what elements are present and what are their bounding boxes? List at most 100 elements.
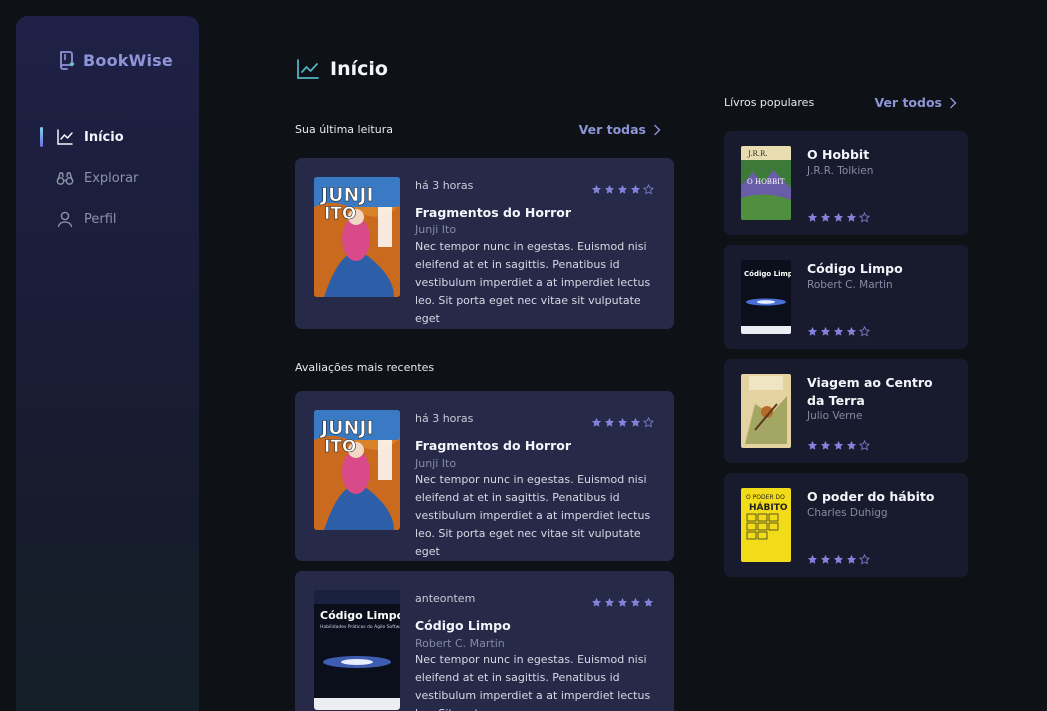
star-filled-icon <box>807 550 818 564</box>
star-filled-icon <box>591 593 602 607</box>
link-label: Ver todas <box>578 122 646 137</box>
active-indicator <box>40 127 43 147</box>
app-root: BookWise Início Explorar Perfil Início S… <box>0 0 1047 711</box>
book-heart-icon <box>58 50 76 70</box>
star-filled-icon <box>604 180 615 194</box>
book-title: O Hobbit <box>807 147 870 162</box>
star-filled-icon <box>591 413 602 427</box>
star-empty-icon <box>858 436 871 451</box>
sidebar-nav: Início Explorar Perfil <box>40 126 138 249</box>
section-label: Avaliações mais recentes <box>295 361 435 374</box>
section-label: Lívros populares <box>724 96 815 109</box>
star-filled-icon <box>617 413 628 427</box>
book-cover: Código Limpo <box>741 260 791 334</box>
star-filled-icon <box>820 322 831 336</box>
book-author: Robert C. Martin <box>415 637 505 650</box>
star-filled-icon <box>846 550 857 564</box>
svg-text:JUNJI: JUNJI <box>319 417 374 439</box>
star-filled-icon <box>807 436 818 450</box>
book-title: Fragmentos do Horror <box>415 438 572 453</box>
review-card[interactable]: Código Limpo Habilidades Práticas do Agi… <box>295 571 674 711</box>
rating-stars <box>591 180 655 195</box>
star-filled-icon <box>604 593 615 607</box>
svg-text:Código Limpo: Código Limpo <box>744 270 791 278</box>
star-filled-icon <box>591 180 602 194</box>
svg-text:ITO: ITO <box>324 204 356 224</box>
chevron-right-icon <box>948 97 958 109</box>
sidebar: BookWise Início Explorar Perfil <box>16 16 199 711</box>
star-empty-icon <box>642 180 655 195</box>
rating-stars <box>807 322 871 337</box>
popular-book-card[interactable]: Código Limpo Código Limpo Robert C. Mart… <box>724 245 968 349</box>
star-filled-icon <box>643 593 654 607</box>
popular-book-card[interactable]: J.R.R. O HOBBIT O Hobbit J.R.R. Tolkien <box>724 131 968 235</box>
star-filled-icon <box>617 180 628 194</box>
sidebar-item-label: Início <box>84 129 124 145</box>
star-filled-icon <box>833 322 844 336</box>
last-reading-header: Sua última leitura Ver todas <box>295 122 662 137</box>
star-empty-icon <box>858 322 871 337</box>
svg-text:O PODER DO: O PODER DO <box>746 494 785 501</box>
review-time: anteontem <box>415 592 476 605</box>
svg-text:ITO: ITO <box>324 437 356 457</box>
book-cover: JUNJI ITO <box>314 410 400 530</box>
star-filled-icon <box>630 413 641 427</box>
review-card[interactable]: JUNJI ITO há 3 horas Fragmentos do Horro… <box>295 391 674 561</box>
book-title: Fragmentos do Horror <box>415 205 572 220</box>
book-author: J.R.R. Tolkien <box>807 165 874 177</box>
star-filled-icon <box>846 208 857 222</box>
chevron-right-icon <box>652 124 662 136</box>
book-author: Charles Duhigg <box>807 507 888 519</box>
svg-text:HÁBITO: HÁBITO <box>749 501 788 513</box>
review-text: Nec tempor nunc in egestas. Euismod nisi… <box>415 473 651 558</box>
sidebar-item-inicio[interactable]: Início <box>40 126 138 148</box>
book-author: Junji Ito <box>415 223 457 236</box>
star-filled-icon <box>807 208 818 222</box>
star-filled-icon <box>630 593 641 607</box>
star-filled-icon <box>833 550 844 564</box>
review-time: há 3 horas <box>415 179 474 192</box>
chart-line-icon <box>296 58 320 80</box>
last-reading-card[interactable]: JUNJI ITO há 3 horas Fragmentos do Horro… <box>295 158 674 329</box>
logo[interactable]: BookWise <box>58 50 173 70</box>
star-filled-icon <box>807 322 818 336</box>
star-filled-icon <box>846 322 857 336</box>
svg-text:O HOBBIT: O HOBBIT <box>747 178 785 186</box>
user-icon <box>56 210 74 228</box>
review-text: Nec tempor nunc in egestas. Euismod nisi… <box>415 653 651 711</box>
see-all-link[interactable]: Ver todas <box>579 122 662 137</box>
star-filled-icon <box>617 593 628 607</box>
review-text: Nec tempor nunc in egestas. Euismod nisi… <box>415 240 651 325</box>
page-title: Início <box>330 58 388 80</box>
binoculars-icon <box>56 169 74 187</box>
popular-book-card[interactable]: Viagem ao Centro da Terra Julio Verne <box>724 359 968 463</box>
link-label: Ver todos <box>874 95 942 110</box>
book-cover <box>741 374 791 448</box>
book-cover: JUNJI ITO <box>314 177 400 297</box>
app-name: BookWise <box>83 50 173 70</box>
star-filled-icon <box>846 436 857 450</box>
book-author: Robert C. Martin <box>807 279 893 291</box>
rating-stars <box>591 413 655 428</box>
book-cover: J.R.R. O HOBBIT <box>741 146 791 220</box>
sidebar-item-explorar[interactable]: Explorar <box>56 167 138 189</box>
star-filled-icon <box>604 413 615 427</box>
see-all-link[interactable]: Ver todos <box>874 95 958 110</box>
star-filled-icon <box>820 436 831 450</box>
popular-books-header: Lívros populares Ver todos <box>724 95 958 110</box>
popular-book-card[interactable]: O PODER DO HÁBITO O poder do hábito Char… <box>724 473 968 577</box>
star-empty-icon <box>642 413 655 428</box>
rating-stars <box>807 436 871 451</box>
book-author: Julio Verne <box>807 410 863 422</box>
book-title: Viagem ao Centro da Terra <box>807 375 933 408</box>
book-title: Código Limpo <box>415 618 511 633</box>
cover-title-text: JUNJI <box>319 184 374 206</box>
book-author: Junji Ito <box>415 457 457 470</box>
recent-reviews-header: Avaliações mais recentes <box>295 361 662 374</box>
star-filled-icon <box>833 208 844 222</box>
page-header: Início <box>296 58 388 80</box>
review-time: há 3 horas <box>415 412 474 425</box>
svg-text:J.R.R.: J.R.R. <box>747 150 767 158</box>
book-cover: O PODER DO HÁBITO <box>741 488 791 562</box>
sidebar-item-perfil[interactable]: Perfil <box>56 208 138 230</box>
